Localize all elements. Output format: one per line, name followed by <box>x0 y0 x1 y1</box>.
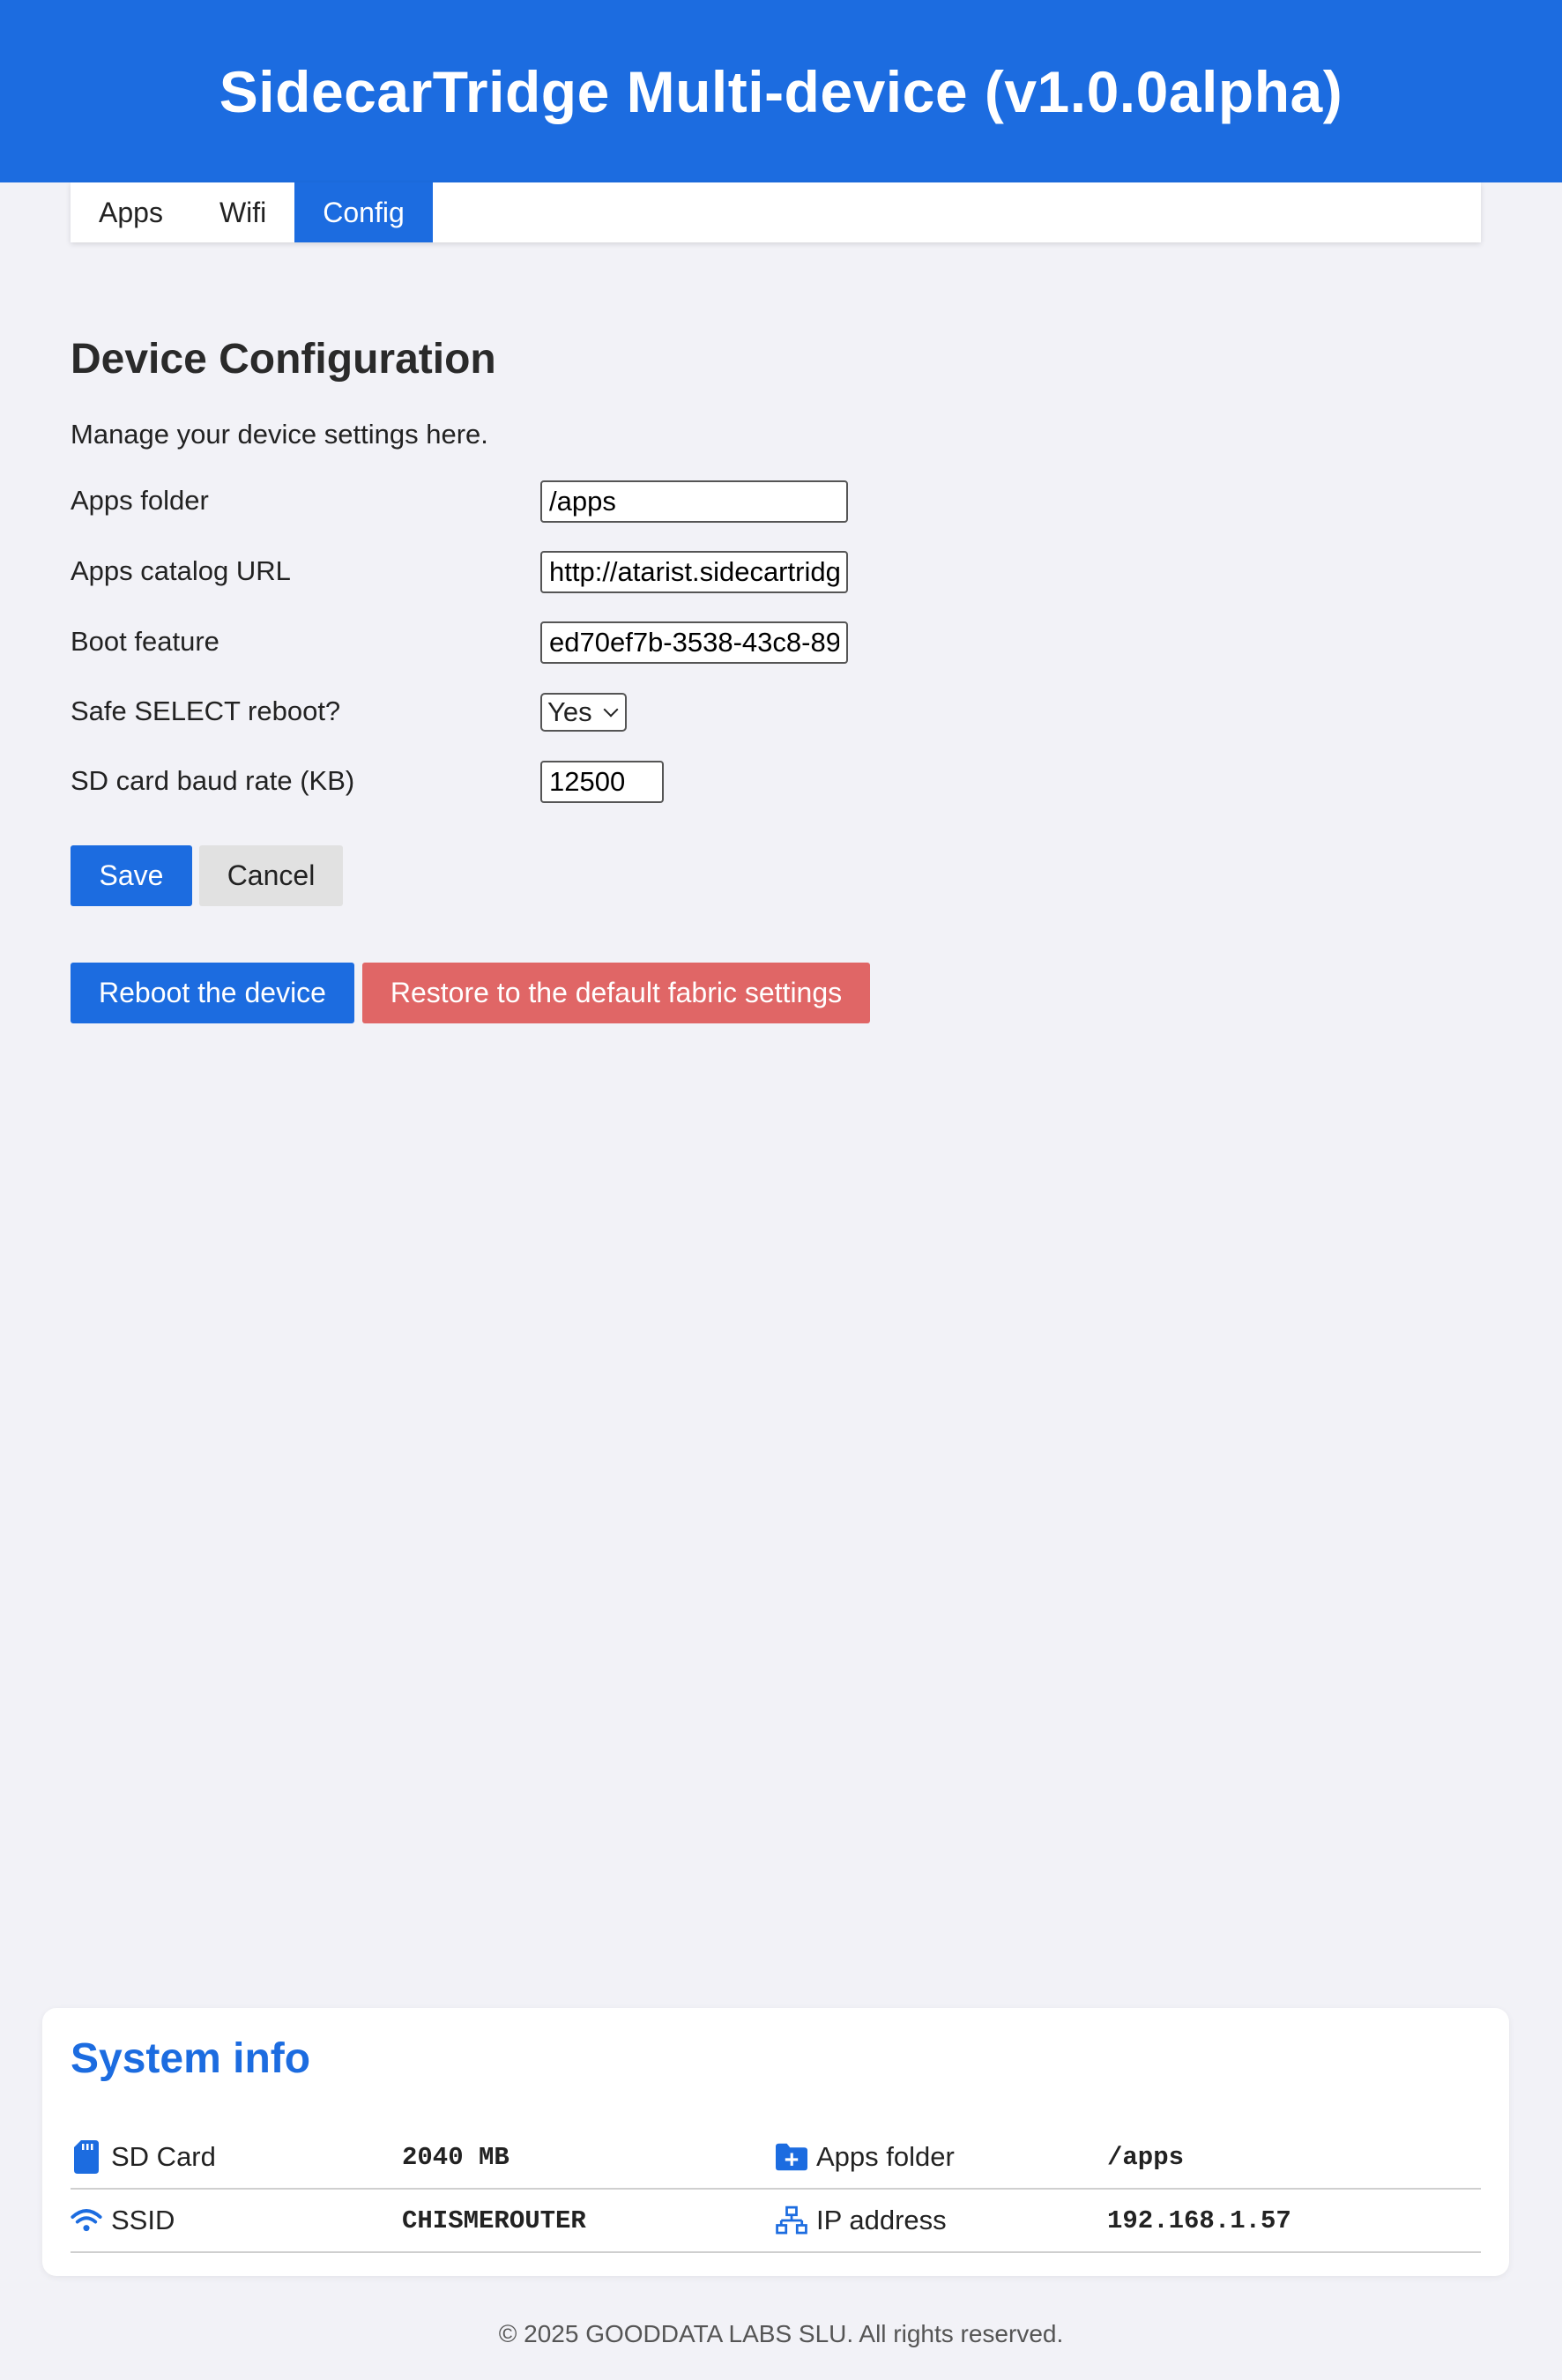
tab-bar: Apps Wifi Config <box>71 182 1481 242</box>
restore-defaults-button[interactable]: Restore to the default fabric settings <box>362 963 870 1023</box>
ip-address-label: IP address <box>816 2205 947 2235</box>
apps-folder-info-label: Apps folder <box>816 2141 955 2172</box>
sd-card-icon <box>71 2139 102 2175</box>
system-info-row: SSID CHISMEROUTER IP address 192.168.1.5… <box>71 2190 1481 2253</box>
safe-select-reboot-value: Yes <box>547 696 592 727</box>
save-button[interactable]: Save <box>71 845 192 906</box>
network-icon <box>776 2203 807 2238</box>
apps-folder-label: Apps folder <box>71 485 209 516</box>
safe-select-reboot-select[interactable]: Yes <box>540 693 627 732</box>
sd-baud-rate-label: SD card baud rate (KB) <box>71 765 355 796</box>
apps-folder-info-value: /apps <box>1107 2142 1185 2172</box>
tab-apps[interactable]: Apps <box>71 182 191 242</box>
tab-config[interactable]: Config <box>294 182 433 242</box>
system-info-panel: System info SD Card 2040 MB Apps folder … <box>42 2008 1509 2276</box>
apps-catalog-url-label: Apps catalog URL <box>71 555 291 586</box>
app-title: SidecarTridge Multi-device (v1.0.0alpha) <box>219 58 1343 124</box>
ip-address-value: 192.168.1.57 <box>1107 2205 1291 2235</box>
ssid-value: CHISMEROUTER <box>402 2205 586 2235</box>
boot-feature-label: Boot feature <box>71 626 219 657</box>
reboot-device-button[interactable]: Reboot the device <box>71 963 354 1023</box>
chevron-down-icon <box>603 702 619 718</box>
wifi-icon <box>71 2203 102 2238</box>
boot-feature-input[interactable] <box>540 621 848 664</box>
folder-plus-icon <box>776 2139 807 2175</box>
apps-catalog-url-input[interactable] <box>540 551 848 593</box>
page-title: Device Configuration <box>71 336 496 383</box>
system-info-row: SD Card 2040 MB Apps folder /apps <box>71 2126 1481 2190</box>
apps-folder-input[interactable] <box>540 480 848 523</box>
tab-wifi[interactable]: Wifi <box>191 182 294 242</box>
sd-card-label: SD Card <box>111 2141 216 2172</box>
system-info-title: System info <box>71 2035 311 2082</box>
sd-baud-rate-input[interactable] <box>540 761 664 803</box>
page-description: Manage your device settings here. <box>71 419 488 450</box>
safe-select-reboot-label: Safe SELECT reboot? <box>71 695 341 726</box>
cancel-button[interactable]: Cancel <box>199 845 343 906</box>
footer-copyright: © 2025 GOODDATA LABS SLU. All rights res… <box>498 2320 1064 2347</box>
ssid-label: SSID <box>111 2205 175 2235</box>
app-header: SidecarTridge Multi-device (v1.0.0alpha) <box>0 0 1562 182</box>
sd-card-value: 2040 MB <box>402 2142 510 2172</box>
